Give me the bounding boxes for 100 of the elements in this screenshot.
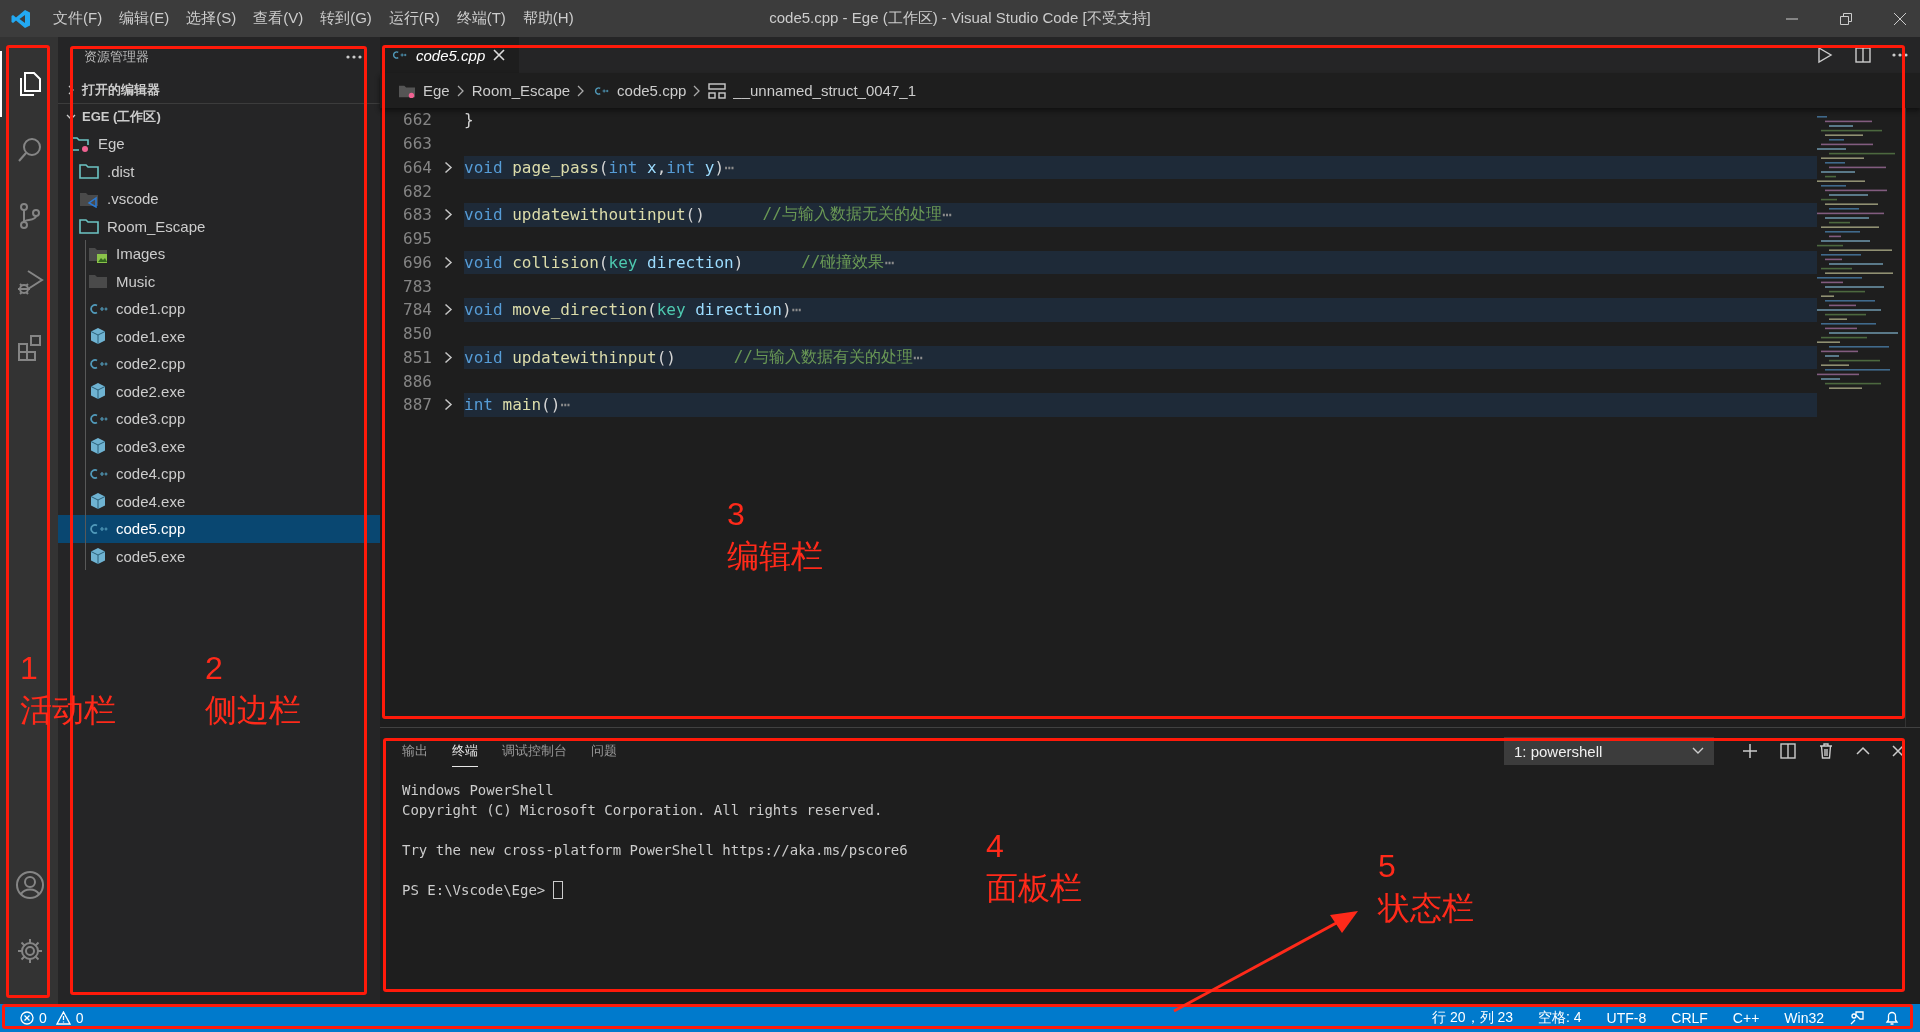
tree-item[interactable]: code1.exe	[58, 322, 380, 350]
menu-item[interactable]: 选择(S)	[186, 9, 237, 28]
section-label: 打开的编辑器	[82, 81, 160, 99]
tree-item[interactable]: code2.cpp	[58, 350, 380, 378]
status-item[interactable]: Win32	[1784, 1010, 1824, 1026]
close-icon[interactable]	[1894, 12, 1906, 25]
chevron-icon[interactable]	[443, 398, 453, 412]
status-item[interactable]: 行 20，列 23	[1432, 1009, 1514, 1027]
plus-icon[interactable]	[1742, 743, 1758, 759]
tree-item[interactable]: .dist	[58, 157, 380, 185]
tree-item[interactable]: code4.exe	[58, 487, 380, 515]
section-header[interactable]: EGE (工作区)	[58, 104, 380, 130]
menu-item[interactable]: 转到(G)	[320, 9, 372, 28]
tree-item[interactable]: code3.cpp	[58, 405, 380, 433]
feedback-icon[interactable]	[1849, 1010, 1865, 1026]
annotation-number: 1	[20, 649, 39, 688]
line-number: 783	[402, 276, 432, 296]
line-number: 664	[402, 157, 432, 177]
chevron-up-icon[interactable]	[1856, 746, 1870, 756]
terminal-line: Try the new cross-platform PowerShell https://aka.ms/pscore6	[402, 842, 908, 858]
annotation-number: 4	[986, 827, 1005, 866]
tree-item[interactable]: .vscode	[58, 185, 380, 213]
status-item[interactable]: UTF-8	[1606, 1010, 1647, 1026]
breadcrumb-item[interactable]: code5.cpp	[617, 82, 687, 99]
terminal-select[interactable]: 1: powershell	[1504, 737, 1714, 765]
line-number: 851	[402, 347, 432, 367]
menu-item[interactable]: 查看(V)	[253, 9, 304, 28]
tree-item[interactable]: Room_Escape	[58, 212, 380, 240]
error-icon	[20, 1011, 34, 1025]
status-item[interactable]: 空格: 4	[1538, 1009, 1582, 1027]
line-number: 682	[402, 181, 432, 201]
tree-item[interactable]: Ege	[58, 130, 380, 158]
close-icon[interactable]	[1892, 745, 1904, 757]
error-count[interactable]: 0	[39, 1010, 47, 1026]
split-terminal-icon[interactable]	[1780, 743, 1796, 759]
tree-item[interactable]: code5.cpp	[58, 515, 380, 543]
run-debug-icon[interactable]	[16, 268, 44, 296]
tree-item[interactable]: code3.exe	[58, 432, 380, 460]
search-icon[interactable]	[16, 136, 44, 164]
breadcrumb-item[interactable]: Ege	[423, 82, 450, 99]
warning-icon	[55, 1011, 71, 1025]
tree-item[interactable]: code2.exe	[58, 377, 380, 405]
terminal-line: Windows PowerShell	[402, 782, 554, 798]
trash-icon[interactable]	[1818, 743, 1834, 759]
extensions-icon[interactable]	[16, 334, 44, 362]
annotation-label: 状态栏	[1378, 888, 1474, 928]
tree-item[interactable]: Images	[58, 240, 380, 268]
more-icon[interactable]	[1892, 53, 1908, 57]
panel-tab[interactable]: 调试控制台	[502, 735, 567, 767]
bell-icon[interactable]	[1884, 1010, 1900, 1026]
section-label: EGE (工作区)	[82, 108, 161, 126]
run-icon[interactable]	[1816, 46, 1834, 64]
line-number: 695	[402, 229, 432, 249]
tree-item[interactable]: code1.cpp	[58, 295, 380, 323]
annotation-label: 编辑栏	[727, 536, 823, 576]
cube-icon	[88, 547, 108, 566]
folder-icon	[79, 217, 99, 236]
settings-icon[interactable]	[16, 937, 44, 965]
folder-icon	[88, 272, 108, 291]
chevron-icon	[693, 84, 702, 97]
menu-item[interactable]: 编辑(E)	[119, 9, 170, 28]
warning-count[interactable]: 0	[75, 1010, 84, 1026]
split-editor-icon[interactable]	[1854, 46, 1872, 64]
tree-item[interactable]: code4.cpp	[58, 460, 380, 488]
chevron-icon[interactable]	[443, 160, 453, 174]
annotation-label: 侧边栏	[205, 690, 301, 730]
close-icon[interactable]	[493, 49, 506, 61]
status-item[interactable]: CRLF	[1671, 1010, 1708, 1026]
panel-tab[interactable]: 输出	[402, 735, 428, 767]
menu-item[interactable]: 文件(F)	[53, 9, 103, 28]
cube-icon	[88, 382, 108, 401]
terminal-cursor	[553, 881, 564, 899]
tree-item[interactable]: Music	[58, 267, 380, 295]
annotation-number: 2	[205, 649, 224, 688]
menu-item[interactable]: 帮助(H)	[522, 9, 574, 28]
status-item[interactable]: C++	[1732, 1010, 1760, 1026]
chevron-icon[interactable]	[443, 255, 453, 269]
cube-icon	[88, 492, 108, 511]
account-icon[interactable]	[15, 870, 45, 900]
panel-tab[interactable]: 终端	[452, 735, 478, 767]
breadcrumb-item[interactable]: __unnamed_struct_0047_1	[733, 82, 916, 99]
line-number: 696	[402, 252, 432, 272]
tree-item[interactable]: code5.exe	[58, 542, 380, 570]
breadcrumb-item[interactable]: Room_Escape	[471, 82, 571, 99]
line-number: 850	[402, 324, 432, 344]
line-number: 662	[402, 110, 432, 130]
chevron-icon[interactable]	[443, 303, 453, 317]
chevron-icon[interactable]	[443, 350, 453, 364]
line-number: 663	[402, 134, 432, 154]
sidebar-title: 资源管理器	[84, 48, 149, 66]
annotation-label: 面板栏	[986, 868, 1082, 908]
restore-icon[interactable]	[1840, 12, 1852, 25]
panel-tab[interactable]: 问题	[591, 735, 617, 767]
code-line: }	[464, 109, 475, 132]
annotation-number: 5	[1378, 847, 1397, 886]
more-icon[interactable]	[346, 55, 362, 59]
chevron-icon[interactable]	[443, 208, 453, 222]
section-header[interactable]: 打开的编辑器	[58, 77, 380, 104]
menu-item[interactable]: 运行(R)	[388, 9, 440, 28]
menu-item[interactable]: 终端(T)	[456, 9, 506, 28]
